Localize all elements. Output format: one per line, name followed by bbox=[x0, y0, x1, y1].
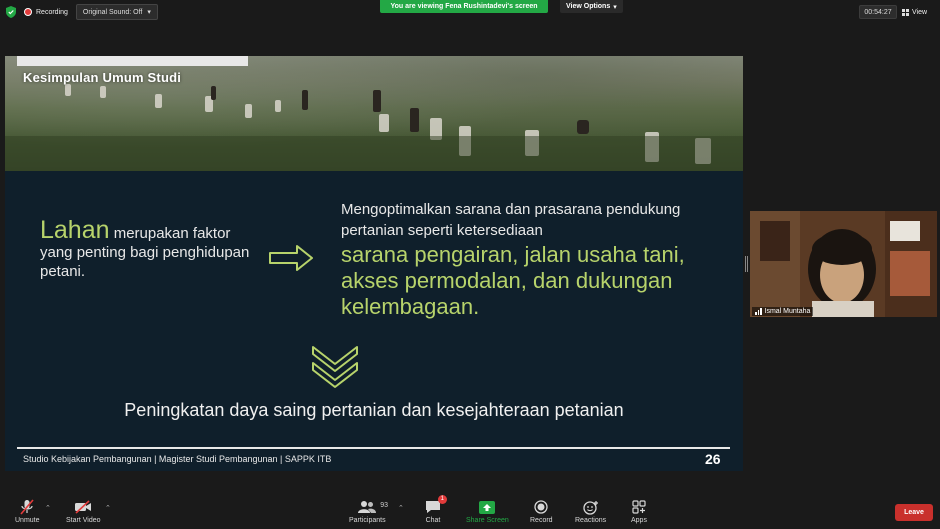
chat-button[interactable]: 1 Chat bbox=[425, 495, 447, 524]
participants-label: Participants bbox=[349, 517, 386, 524]
slide-footer: Studio Kebijakan Pembangunan | Magister … bbox=[23, 454, 332, 464]
viewing-banner-text: You are viewing Fena Rushintadevi's scre… bbox=[390, 3, 538, 10]
record-button[interactable]: Record bbox=[530, 499, 553, 524]
panel-resize-handle[interactable] bbox=[745, 256, 748, 272]
unmute-button[interactable]: Unmute bbox=[15, 499, 40, 524]
slide-page-number: 26 bbox=[705, 451, 721, 467]
title-accent-bar bbox=[17, 56, 248, 66]
participant-video-tile[interactable]: Ismal Muntaha bbox=[750, 211, 937, 317]
arrow-right-icon bbox=[269, 245, 313, 271]
apps-label: Apps bbox=[631, 517, 647, 524]
viewing-screen-banner: You are viewing Fena Rushintadevi's scre… bbox=[380, 0, 548, 13]
reactions-label: Reactions bbox=[575, 517, 607, 524]
signal-icon bbox=[755, 308, 762, 315]
start-video-button[interactable]: Start Video bbox=[66, 499, 101, 524]
participant-name: Ismal Muntaha bbox=[764, 308, 811, 315]
top-left-status: Recording Original Sound: Off ▾ bbox=[6, 4, 158, 20]
microphone-muted-icon bbox=[20, 499, 34, 515]
chevron-down-icon: ▾ bbox=[147, 9, 151, 16]
meeting-timer: 00:54:27 bbox=[859, 5, 897, 19]
security-shield-icon[interactable] bbox=[6, 6, 16, 18]
share-screen-button[interactable]: Share Screen bbox=[466, 499, 509, 524]
double-chevron-down-icon bbox=[312, 346, 358, 388]
footer-divider bbox=[17, 447, 730, 449]
slide-conclusion: Peningkatan daya saing pertanian dan kes… bbox=[124, 400, 624, 420]
zoom-window: Recording Original Sound: Off ▾ You are … bbox=[0, 0, 940, 529]
chevron-down-icon: ▾ bbox=[613, 3, 617, 11]
share-screen-icon bbox=[479, 500, 496, 514]
recording-indicator[interactable]: Recording bbox=[24, 8, 68, 16]
grid-icon bbox=[902, 8, 909, 16]
view-options-button[interactable]: View Options ▾ bbox=[560, 0, 623, 13]
leave-button[interactable]: Leave bbox=[895, 504, 933, 521]
left-highlight-word: Lahan bbox=[40, 216, 110, 244]
participant-video-feed bbox=[750, 211, 937, 317]
participants-options-caret-icon[interactable]: ⌃ bbox=[398, 504, 404, 512]
record-icon bbox=[534, 500, 548, 514]
slide-right-statement: Mengoptimalkan sarana dan prasarana pend… bbox=[341, 199, 731, 320]
slide-title: Kesimpulan Umum Studi bbox=[23, 70, 182, 85]
original-sound-label: Original Sound: Off bbox=[82, 8, 143, 16]
view-button[interactable]: View bbox=[902, 5, 927, 19]
right-statement-text: Mengoptimalkan sarana dan prasarana pend… bbox=[341, 201, 681, 239]
chat-unread-badge: 1 bbox=[437, 495, 447, 504]
leave-label: Leave bbox=[904, 509, 924, 516]
recording-dot-icon bbox=[24, 8, 32, 16]
video-options-caret-icon[interactable]: ⌃ bbox=[105, 504, 111, 512]
timer-value: 00:54:27 bbox=[864, 8, 892, 16]
record-label: Record bbox=[530, 517, 553, 524]
view-options-label: View Options bbox=[566, 3, 611, 10]
slide-left-statement: Lahan merupakan faktor yang penting bagi… bbox=[40, 218, 260, 281]
apps-icon bbox=[632, 500, 646, 514]
chat-label: Chat bbox=[425, 517, 441, 524]
unmute-label: Unmute bbox=[15, 517, 40, 524]
recording-label: Recording bbox=[36, 8, 68, 16]
reactions-button[interactable]: Reactions bbox=[575, 499, 606, 524]
right-highlight-text: sarana pengairan, jalan usaha tani, akse… bbox=[341, 242, 685, 319]
original-sound-button[interactable]: Original Sound: Off ▾ bbox=[75, 4, 158, 20]
participants-icon bbox=[358, 501, 377, 513]
audio-options-caret-icon[interactable]: ⌃ bbox=[45, 504, 51, 512]
participants-count: 93 bbox=[380, 502, 389, 509]
participants-button[interactable]: 93 Participants bbox=[349, 499, 389, 524]
share-screen-label: Share Screen bbox=[466, 517, 509, 524]
video-off-icon bbox=[75, 500, 92, 514]
apps-button[interactable]: Apps bbox=[631, 499, 647, 524]
start-video-label: Start Video bbox=[66, 517, 101, 524]
shared-slide: Kesimpulan Umum Studi Lahan merupakan fa… bbox=[5, 56, 743, 471]
meeting-toolbar: Unmute ⌃ Start Video ⌃ 93 Participants ⌃… bbox=[0, 491, 940, 529]
view-label: View bbox=[912, 8, 928, 16]
participant-name-tag: Ismal Muntaha bbox=[752, 307, 814, 316]
reactions-smiley-icon bbox=[582, 500, 598, 515]
